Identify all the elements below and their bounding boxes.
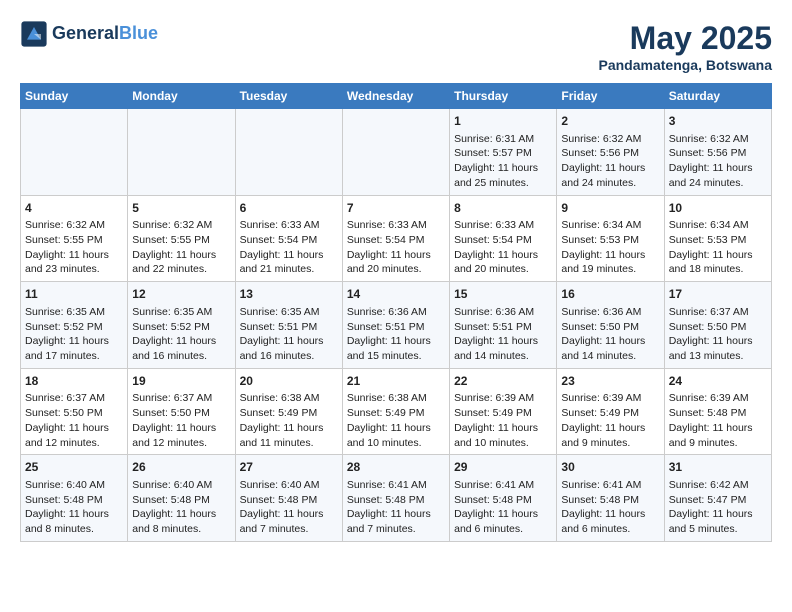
calendar-cell [128, 109, 235, 196]
day-number: 4 [25, 200, 123, 217]
calendar-cell: 19Sunrise: 6:37 AMSunset: 5:50 PMDayligh… [128, 368, 235, 455]
day-number: 18 [25, 373, 123, 390]
calendar-cell [235, 109, 342, 196]
calendar-cell: 15Sunrise: 6:36 AMSunset: 5:51 PMDayligh… [450, 282, 557, 369]
calendar-week-row: 1Sunrise: 6:31 AMSunset: 5:57 PMDaylight… [21, 109, 772, 196]
calendar-week-row: 4Sunrise: 6:32 AMSunset: 5:55 PMDaylight… [21, 195, 772, 282]
day-number: 25 [25, 459, 123, 476]
calendar-week-row: 11Sunrise: 6:35 AMSunset: 5:52 PMDayligh… [21, 282, 772, 369]
logo-text: GeneralBlue [52, 24, 158, 44]
calendar-header: SundayMondayTuesdayWednesdayThursdayFrid… [21, 84, 772, 109]
calendar-cell [21, 109, 128, 196]
day-number: 24 [669, 373, 767, 390]
calendar-cell: 27Sunrise: 6:40 AMSunset: 5:48 PMDayligh… [235, 455, 342, 542]
day-number: 28 [347, 459, 445, 476]
calendar-cell: 2Sunrise: 6:32 AMSunset: 5:56 PMDaylight… [557, 109, 664, 196]
day-number: 14 [347, 286, 445, 303]
calendar-cell: 29Sunrise: 6:41 AMSunset: 5:48 PMDayligh… [450, 455, 557, 542]
month-title: May 2025 [599, 20, 773, 57]
day-of-week-header: Saturday [664, 84, 771, 109]
day-number: 13 [240, 286, 338, 303]
logo: GeneralBlue [20, 20, 158, 48]
calendar-body: 1Sunrise: 6:31 AMSunset: 5:57 PMDaylight… [21, 109, 772, 542]
day-number: 6 [240, 200, 338, 217]
calendar-week-row: 25Sunrise: 6:40 AMSunset: 5:48 PMDayligh… [21, 455, 772, 542]
calendar-cell: 16Sunrise: 6:36 AMSunset: 5:50 PMDayligh… [557, 282, 664, 369]
calendar-cell: 1Sunrise: 6:31 AMSunset: 5:57 PMDaylight… [450, 109, 557, 196]
calendar-cell: 25Sunrise: 6:40 AMSunset: 5:48 PMDayligh… [21, 455, 128, 542]
calendar-cell: 17Sunrise: 6:37 AMSunset: 5:50 PMDayligh… [664, 282, 771, 369]
day-number: 8 [454, 200, 552, 217]
calendar-cell: 10Sunrise: 6:34 AMSunset: 5:53 PMDayligh… [664, 195, 771, 282]
calendar-cell: 3Sunrise: 6:32 AMSunset: 5:56 PMDaylight… [664, 109, 771, 196]
day-number: 17 [669, 286, 767, 303]
calendar-cell: 22Sunrise: 6:39 AMSunset: 5:49 PMDayligh… [450, 368, 557, 455]
calendar-week-row: 18Sunrise: 6:37 AMSunset: 5:50 PMDayligh… [21, 368, 772, 455]
calendar-table: SundayMondayTuesdayWednesdayThursdayFrid… [20, 83, 772, 542]
calendar-cell: 14Sunrise: 6:36 AMSunset: 5:51 PMDayligh… [342, 282, 449, 369]
page-header: GeneralBlue May 2025 Pandamatenga, Botsw… [20, 20, 772, 73]
day-number: 29 [454, 459, 552, 476]
day-of-week-header: Monday [128, 84, 235, 109]
day-number: 1 [454, 113, 552, 130]
day-number: 19 [132, 373, 230, 390]
calendar-cell: 20Sunrise: 6:38 AMSunset: 5:49 PMDayligh… [235, 368, 342, 455]
location-subtitle: Pandamatenga, Botswana [599, 57, 773, 73]
day-number: 2 [561, 113, 659, 130]
calendar-cell: 24Sunrise: 6:39 AMSunset: 5:48 PMDayligh… [664, 368, 771, 455]
calendar-cell: 23Sunrise: 6:39 AMSunset: 5:49 PMDayligh… [557, 368, 664, 455]
calendar-cell: 6Sunrise: 6:33 AMSunset: 5:54 PMDaylight… [235, 195, 342, 282]
day-of-week-header: Sunday [21, 84, 128, 109]
calendar-cell: 4Sunrise: 6:32 AMSunset: 5:55 PMDaylight… [21, 195, 128, 282]
calendar-cell: 9Sunrise: 6:34 AMSunset: 5:53 PMDaylight… [557, 195, 664, 282]
day-number: 11 [25, 286, 123, 303]
day-number: 27 [240, 459, 338, 476]
day-number: 21 [347, 373, 445, 390]
calendar-cell: 31Sunrise: 6:42 AMSunset: 5:47 PMDayligh… [664, 455, 771, 542]
day-number: 30 [561, 459, 659, 476]
day-number: 22 [454, 373, 552, 390]
calendar-cell [342, 109, 449, 196]
day-number: 26 [132, 459, 230, 476]
day-number: 7 [347, 200, 445, 217]
day-number: 12 [132, 286, 230, 303]
calendar-cell: 26Sunrise: 6:40 AMSunset: 5:48 PMDayligh… [128, 455, 235, 542]
calendar-cell: 28Sunrise: 6:41 AMSunset: 5:48 PMDayligh… [342, 455, 449, 542]
day-of-week-header: Wednesday [342, 84, 449, 109]
calendar-cell: 30Sunrise: 6:41 AMSunset: 5:48 PMDayligh… [557, 455, 664, 542]
day-number: 3 [669, 113, 767, 130]
day-number: 9 [561, 200, 659, 217]
day-number: 31 [669, 459, 767, 476]
day-of-week-header: Friday [557, 84, 664, 109]
calendar-cell: 11Sunrise: 6:35 AMSunset: 5:52 PMDayligh… [21, 282, 128, 369]
calendar-cell: 5Sunrise: 6:32 AMSunset: 5:55 PMDaylight… [128, 195, 235, 282]
calendar-cell: 8Sunrise: 6:33 AMSunset: 5:54 PMDaylight… [450, 195, 557, 282]
day-of-week-header: Tuesday [235, 84, 342, 109]
calendar-cell: 7Sunrise: 6:33 AMSunset: 5:54 PMDaylight… [342, 195, 449, 282]
calendar-cell: 13Sunrise: 6:35 AMSunset: 5:51 PMDayligh… [235, 282, 342, 369]
day-number: 15 [454, 286, 552, 303]
day-number: 16 [561, 286, 659, 303]
calendar-cell: 18Sunrise: 6:37 AMSunset: 5:50 PMDayligh… [21, 368, 128, 455]
day-number: 5 [132, 200, 230, 217]
calendar-cell: 21Sunrise: 6:38 AMSunset: 5:49 PMDayligh… [342, 368, 449, 455]
day-of-week-header: Thursday [450, 84, 557, 109]
logo-icon [20, 20, 48, 48]
day-number: 20 [240, 373, 338, 390]
title-block: May 2025 Pandamatenga, Botswana [599, 20, 773, 73]
day-number: 10 [669, 200, 767, 217]
calendar-cell: 12Sunrise: 6:35 AMSunset: 5:52 PMDayligh… [128, 282, 235, 369]
day-number: 23 [561, 373, 659, 390]
